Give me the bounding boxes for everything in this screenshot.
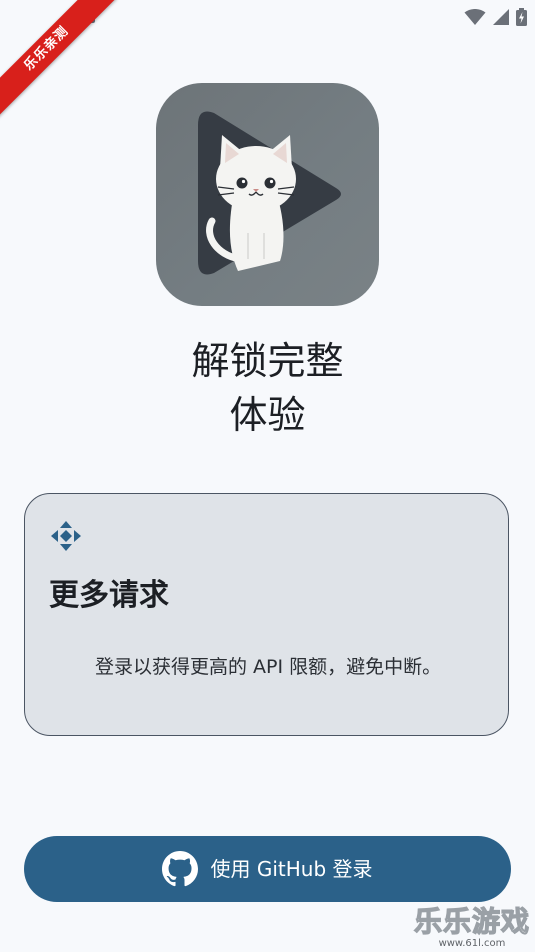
title-line-1: 解锁完整 — [191, 339, 344, 383]
watermark-url: www.61l.com — [438, 938, 506, 949]
page-title: 解锁完整 体验 — [0, 334, 535, 442]
card-title: 更多请求 — [49, 578, 169, 613]
status-icons — [464, 8, 527, 26]
watermark-text: 乐乐游戏 — [413, 905, 530, 938]
move-arrows-icon — [51, 521, 81, 551]
wifi-icon — [464, 9, 486, 25]
card-description: 登录以获得更高的 API 限额，避免中断。 — [95, 656, 442, 678]
corner-ribbon: 乐乐亲测 — [0, 0, 130, 130]
github-icon — [162, 851, 199, 887]
cell-signal-icon — [493, 9, 509, 25]
feature-card: 更多请求 登录以获得更高的 API 限额，避免中断。 — [24, 493, 509, 736]
cat-play-app-icon — [156, 83, 379, 306]
github-login-button[interactable]: 使用 GitHub 登录 — [24, 836, 511, 902]
battery-charging-icon — [516, 8, 527, 26]
ribbon-label: 乐乐亲测 — [0, 0, 117, 119]
login-button-label: 使用 GitHub 登录 — [210, 857, 373, 881]
watermark: 乐乐游戏 www.61l.com — [413, 905, 531, 950]
title-line-2: 体验 — [229, 393, 306, 437]
